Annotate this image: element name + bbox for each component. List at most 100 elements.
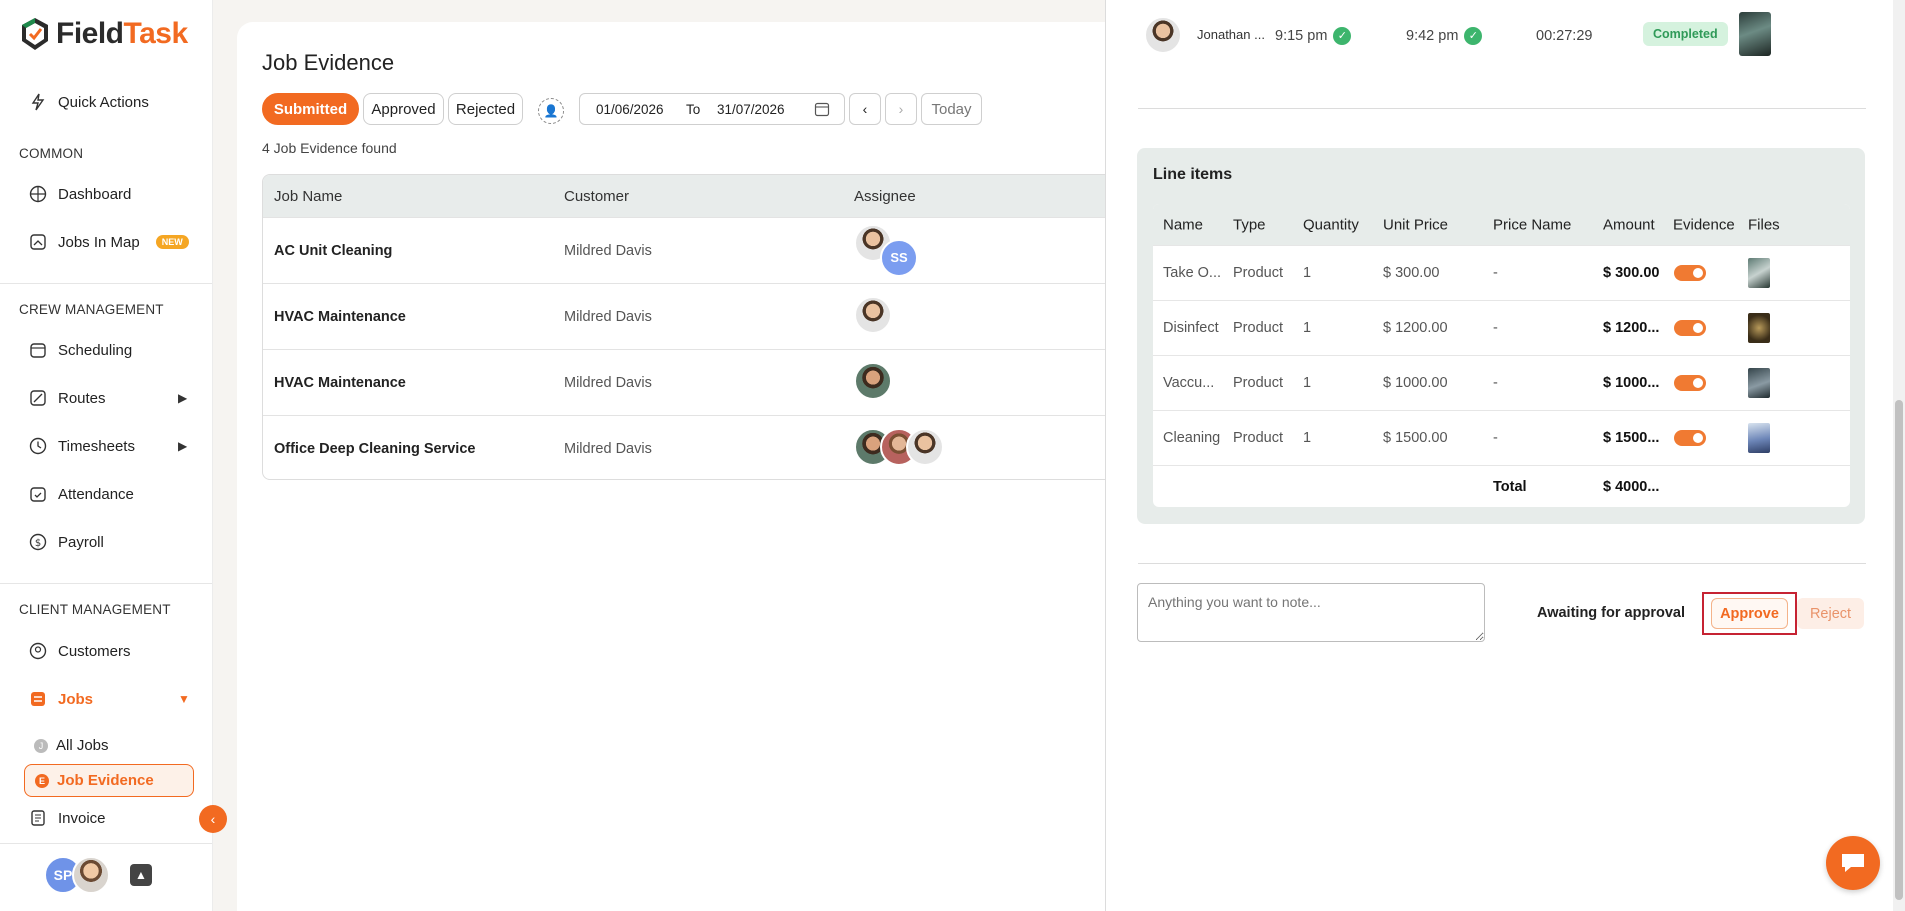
item-name: Vaccu... — [1163, 375, 1215, 391]
sidebar-subitem-job-evidence[interactable]: E Job Evidence — [24, 764, 194, 797]
sidebar-item-jobs[interactable]: Jobs ▼ — [28, 687, 190, 711]
scrollbar-thumb[interactable] — [1895, 400, 1903, 900]
scrollbar[interactable] — [1893, 0, 1905, 911]
column-header[interactable]: Job Name — [274, 188, 342, 205]
item-name: Cleaning — [1163, 430, 1221, 446]
sidebar-item-routes[interactable]: Routes ▶ — [28, 386, 187, 410]
sidebar-item-label: Invoice — [58, 809, 106, 827]
sidebar-item-label: Jobs — [58, 690, 94, 708]
table-row[interactable]: HVAC Maintenance Mildred Davis — [263, 283, 1141, 349]
date-to-label: To — [686, 101, 701, 117]
sidebar-item-label: All Jobs — [56, 737, 109, 754]
approval-status: Awaiting for approval — [1537, 605, 1685, 621]
sidebar-item-label: Scheduling — [58, 341, 133, 359]
item-quantity: 1 — [1303, 320, 1312, 336]
sidebar-item-scheduling[interactable]: Scheduling — [28, 338, 132, 362]
avatar — [854, 361, 892, 400]
item-unit-price: $ 300.00 — [1383, 265, 1440, 281]
evidence-toggle[interactable] — [1674, 375, 1706, 391]
caret-right-icon: ▶ — [178, 439, 188, 453]
tab-submitted[interactable]: Submitted — [262, 93, 359, 125]
user-circle-icon — [28, 641, 48, 661]
job-name: Office Deep Cleaning Service — [274, 440, 476, 457]
clock-out-value: 9:42 pm — [1406, 27, 1459, 44]
next-range-button[interactable]: › — [885, 93, 917, 125]
jobs-icon — [28, 689, 48, 709]
timesheet-row: Jonathan ... 9:15 pm ✓ 9:42 pm ✓ 00:27:29 … — [1106, 12, 1886, 72]
assignee-avatars — [854, 361, 892, 404]
sidebar-item-customers[interactable]: Customers — [28, 639, 131, 663]
file-thumbnail[interactable] — [1748, 368, 1770, 398]
item-unit-price: $ 1000.00 — [1383, 375, 1448, 391]
page-title: Job Evidence — [262, 50, 395, 75]
sidebar-item-quick-actions[interactable]: Quick Actions — [28, 90, 149, 114]
item-unit-price: $ 1500.00 — [1383, 430, 1448, 446]
file-thumbnail[interactable] — [1748, 313, 1770, 343]
total-label: Total — [1493, 478, 1527, 495]
expand-up-icon[interactable]: ▲ — [130, 864, 152, 886]
customer-name: Mildred Davis — [564, 242, 652, 259]
sidebar-item-dashboard[interactable]: Dashboard — [28, 182, 131, 206]
note-input[interactable] — [1137, 583, 1485, 642]
item-type: Product — [1233, 375, 1283, 391]
all-jobs-icon: J — [34, 738, 48, 753]
column-header: Amount — [1603, 216, 1655, 233]
sidebar-item-invoice[interactable]: Invoice — [28, 806, 106, 830]
assignee-avatars: SS — [854, 224, 918, 277]
dollar-icon: $ — [28, 532, 48, 552]
tab-rejected[interactable]: Rejected — [448, 93, 523, 125]
sidebar-item-timesheets[interactable]: Timesheets ▶ — [28, 434, 187, 458]
column-header[interactable]: Assignee — [854, 188, 916, 205]
item-quantity: 1 — [1303, 265, 1312, 281]
logo[interactable]: FieldTask — [20, 16, 188, 52]
reject-button[interactable]: Reject — [1797, 598, 1864, 629]
routes-icon — [28, 388, 48, 408]
item-name: Disinfect — [1163, 320, 1219, 336]
collapse-sidebar-button[interactable]: ‹ — [199, 805, 227, 833]
prev-range-button[interactable]: ‹ — [849, 93, 881, 125]
evidence-toggle[interactable] — [1674, 265, 1706, 281]
line-items-header: Name Type Quantity Unit Price Price Name… — [1153, 204, 1850, 245]
table-row[interactable]: AC Unit Cleaning Mildred Davis SS — [263, 217, 1141, 283]
section-label-client: CLIENT MANAGEMENT — [19, 602, 171, 617]
divider — [0, 843, 212, 844]
evidence-toggle[interactable] — [1674, 430, 1706, 446]
line-items-total-row: Total $ 4000... — [1153, 465, 1850, 507]
assignee-filter-icon[interactable]: 👤 — [538, 98, 564, 124]
sidebar-item-jobs-in-map[interactable]: Jobs In Map NEW — [28, 230, 189, 254]
line-item-row: Vaccu... Product 1 $ 1000.00 - $ 1000... — [1153, 355, 1850, 410]
column-header: Quantity — [1303, 216, 1359, 233]
approve-button[interactable]: Approve — [1711, 598, 1788, 629]
customer-name: Mildred Davis — [564, 374, 652, 391]
fieldtask-logo-icon — [22, 18, 48, 50]
job-name: HVAC Maintenance — [274, 308, 406, 325]
sidebar-item-label: Attendance — [58, 485, 134, 503]
tab-approved[interactable]: Approved — [363, 93, 444, 125]
evidence-toggle[interactable] — [1674, 320, 1706, 336]
line-items-table: Name Type Quantity Unit Price Price Name… — [1153, 204, 1850, 507]
sidebar-subitem-all-jobs[interactable]: J All Jobs — [34, 737, 109, 754]
item-type: Product — [1233, 430, 1283, 446]
column-header: Type — [1233, 216, 1266, 233]
clock-out-time: 9:42 pm ✓ — [1406, 27, 1483, 45]
job-evidence-table: Job Name Customer Assignee AC Unit Clean… — [262, 174, 1142, 480]
table-header: Job Name Customer Assignee — [263, 175, 1141, 217]
caret-right-icon: ▶ — [178, 391, 188, 405]
table-row[interactable]: HVAC Maintenance Mildred Davis — [263, 349, 1141, 415]
file-thumbnail[interactable] — [1748, 258, 1770, 288]
line-item-row: Cleaning Product 1 $ 1500.00 - $ 1500... — [1153, 410, 1850, 465]
sidebar-item-payroll[interactable]: $ Payroll — [28, 530, 104, 554]
file-thumbnail[interactable] — [1748, 423, 1770, 453]
column-header[interactable]: Customer — [564, 188, 629, 205]
evidence-thumbnail[interactable] — [1739, 12, 1771, 56]
today-button[interactable]: Today — [921, 93, 982, 125]
table-row[interactable]: Office Deep Cleaning Service Mildred Dav… — [263, 415, 1141, 479]
item-price-name: - — [1493, 320, 1498, 336]
caret-down-icon: ▼ — [178, 692, 190, 706]
user-area[interactable]: SP ▲ — [44, 856, 152, 894]
chat-button[interactable] — [1826, 836, 1880, 890]
sidebar-item-attendance[interactable]: Attendance — [28, 482, 134, 506]
item-quantity: 1 — [1303, 375, 1312, 391]
date-range-picker[interactable]: 01/06/2026 To 31/07/2026 — [579, 93, 845, 125]
divider — [1138, 563, 1866, 564]
